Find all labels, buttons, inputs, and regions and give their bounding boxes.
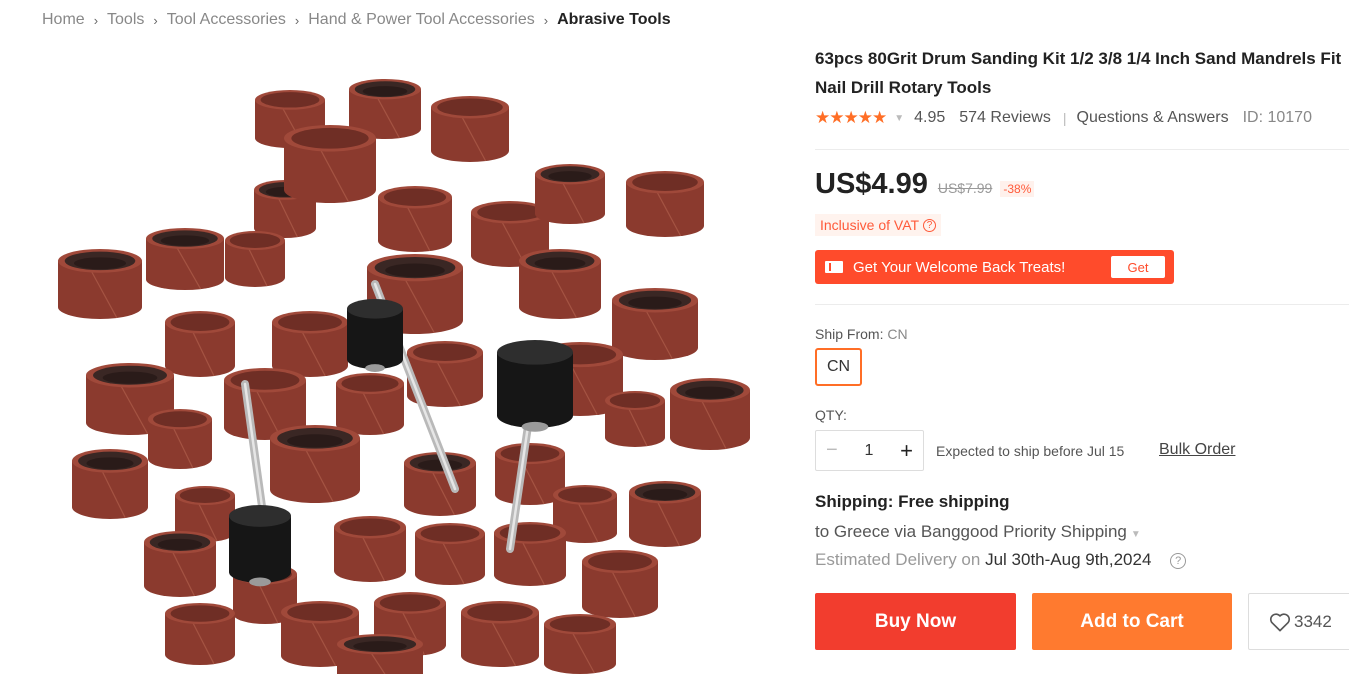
help-icon[interactable]: ?	[923, 218, 937, 232]
chevron-right-icon: ›	[153, 12, 158, 28]
chevron-right-icon: ›	[294, 12, 300, 28]
wishlist-count: 3342	[1294, 611, 1332, 631]
rating-stars-icon[interactable]: ★★★★★	[815, 108, 887, 128]
vat-badge: Inclusive of VAT ?	[815, 214, 942, 236]
product-id: ID: 10170	[1242, 109, 1312, 126]
ship-from-text: Ship From:	[815, 326, 884, 342]
help-icon[interactable]: ?	[1170, 552, 1187, 569]
breadcrumb: Home › Tools › Tool Accessories › Hand &…	[42, 10, 671, 30]
qty-decrease-button[interactable]: −	[826, 439, 838, 462]
reviews-link[interactable]: 574 Reviews	[959, 109, 1051, 127]
rating-row: ★★★★★ ▼ 4.95 574 Reviews | Questions & A…	[815, 106, 1349, 130]
wishlist-button[interactable]: 3342	[1248, 593, 1349, 650]
delivery-date: Jul 30th-Aug 9th,2024	[985, 550, 1152, 569]
qty-increase-button[interactable]: +	[900, 438, 913, 464]
breadcrumb-tool-accessories[interactable]: Tool Accessories	[167, 11, 286, 29]
expected-ship-text: Expected to ship before Jul 15	[936, 443, 1125, 459]
ship-from-option-cn[interactable]: CN	[815, 348, 862, 386]
product-image[interactable]	[40, 44, 770, 674]
quantity-stepper: − 1 +	[815, 430, 924, 471]
discount-badge: -38%	[1000, 181, 1035, 197]
bulk-order-link[interactable]: Bulk Order	[1159, 441, 1235, 459]
qty-label: QTY:	[815, 407, 847, 423]
chevron-right-icon: ›	[543, 12, 549, 28]
sanding-drums-photo	[58, 79, 750, 674]
heart-icon	[1269, 612, 1291, 631]
price-row: US$4.99 US$7.99 -38%	[815, 168, 1035, 201]
breadcrumb-hand-power[interactable]: Hand & Power Tool Accessories	[308, 11, 534, 29]
current-price: US$4.99	[815, 168, 928, 200]
estimated-delivery: Estimated Delivery on Jul 30th-Aug 9th,2…	[815, 550, 1187, 570]
delivery-prefix: Estimated Delivery on	[815, 550, 981, 569]
divider: |	[1062, 110, 1067, 126]
questions-answers-link[interactable]: Questions & Answers	[1077, 109, 1229, 127]
add-to-cart-button[interactable]: Add to Cart	[1032, 593, 1232, 650]
chevron-down-icon[interactable]: ▼	[894, 113, 904, 124]
rating-value: 4.95	[914, 109, 946, 126]
shipping-title: Shipping: Free shipping	[815, 492, 1010, 511]
welcome-back-banner[interactable]: Get Your Welcome Back Treats! Get	[815, 250, 1174, 284]
breadcrumb-current: Abrasive Tools	[557, 11, 671, 28]
get-coupon-button[interactable]: Get	[1111, 256, 1165, 278]
coupon-icon	[825, 261, 843, 273]
product-info: 63pcs 80Grit Drum Sanding Kit 1/2 3/8 1/…	[815, 44, 1349, 130]
ship-from-label: Ship From: CN	[815, 326, 908, 342]
divider	[815, 149, 1349, 150]
chevron-down-icon[interactable]: ▼	[1131, 529, 1141, 540]
ship-from-value: CN	[887, 326, 908, 342]
chevron-right-icon: ›	[93, 12, 99, 28]
product-title: 63pcs 80Grit Drum Sanding Kit 1/2 3/8 1/…	[815, 49, 1342, 97]
breadcrumb-tools[interactable]: Tools	[107, 11, 144, 29]
original-price: US$7.99	[937, 180, 993, 196]
shipping-method-text: to Greece via Banggood Priority Shipping	[815, 522, 1127, 541]
promo-text: Get Your Welcome Back Treats!	[853, 258, 1066, 276]
qty-input[interactable]: 1	[864, 442, 873, 460]
breadcrumb-home[interactable]: Home	[42, 11, 85, 29]
shipping-method[interactable]: to Greece via Banggood Priority Shipping…	[815, 522, 1141, 542]
buy-now-button[interactable]: Buy Now	[815, 593, 1016, 650]
divider	[815, 304, 1349, 305]
vat-label: Inclusive of VAT	[820, 217, 920, 233]
product-page: Home › Tools › Tool Accessories › Hand &…	[0, 0, 1349, 674]
